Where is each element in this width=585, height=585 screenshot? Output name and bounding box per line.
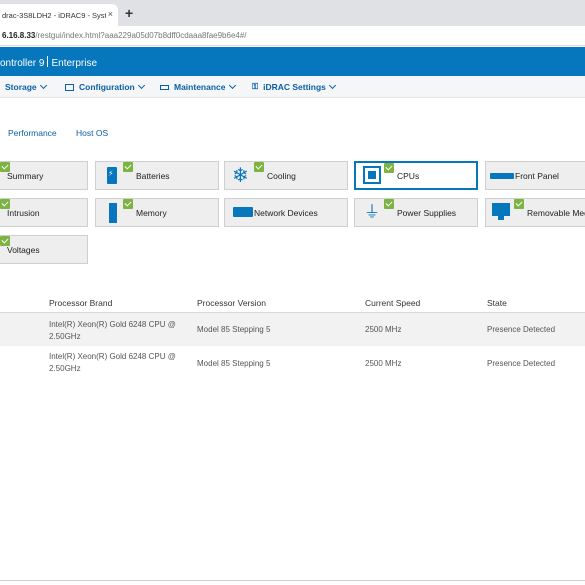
- tile-power-supplies-label: Power Supplies: [397, 208, 457, 218]
- tile-batteries-label: Batteries: [136, 171, 170, 181]
- cell-state: Presence Detected: [487, 359, 556, 368]
- tile-memory[interactable]: Memory: [95, 198, 219, 227]
- column-header-state[interactable]: State: [487, 298, 507, 308]
- column-header-speed[interactable]: Current Speed: [365, 298, 420, 308]
- chevron-down-icon: [228, 81, 236, 90]
- front-panel-icon: [490, 173, 514, 179]
- monitor-icon: [492, 203, 510, 220]
- title-divider: [47, 56, 49, 67]
- tile-memory-label: Memory: [136, 208, 167, 218]
- footer-divider: [0, 580, 585, 581]
- app-edition: Enterprise: [51, 58, 98, 69]
- cell-brand: Intel(R) Xeon(R) Gold 6248 CPU @ 2.50GHz: [49, 320, 176, 341]
- tile-voltages-label: Voltages: [7, 245, 40, 255]
- tile-power-supplies[interactable]: ⏚ Power Supplies: [354, 198, 478, 227]
- table-row[interactable]: Intel(R) Xeon(R) Gold 6248 CPU @ 2.50GHz…: [0, 347, 585, 380]
- nav-configuration-label: Configuration: [79, 82, 135, 92]
- tile-summary-label: Summary: [7, 171, 44, 181]
- nav-maintenance-label: Maintenance: [174, 82, 226, 92]
- snowflake-icon: ❄: [232, 163, 249, 187]
- cpu-icon: [363, 166, 381, 184]
- nav-configuration[interactable]: Configuration: [65, 81, 145, 92]
- tile-front-panel-label: Front Panel: [515, 171, 559, 181]
- tile-cooling-label: Cooling: [267, 171, 296, 181]
- app-title: ontroller 9: [0, 58, 45, 69]
- browser-tab-bar: drac-3S8LDH2 - iDRAC9 - Syste × +: [0, 0, 585, 26]
- status-ok-icon: [384, 199, 394, 209]
- tile-intrusion[interactable]: Intrusion: [0, 198, 88, 227]
- nav-idrac-settings-label: iDRAC Settings: [263, 82, 326, 92]
- column-header-version[interactable]: Processor Version: [197, 298, 266, 308]
- cell-brand: Intel(R) Xeon(R) Gold 6248 CPU @ 2.50GHz: [49, 352, 176, 373]
- table-row[interactable]: Intel(R) Xeon(R) Gold 6248 CPU @ 2.50GHz…: [0, 313, 585, 346]
- tile-intrusion-label: Intrusion: [7, 208, 40, 218]
- status-ok-icon: [514, 199, 524, 209]
- column-header-brand[interactable]: Processor Brand: [49, 298, 112, 308]
- tab-close-icon[interactable]: ×: [108, 9, 113, 19]
- chevron-down-icon: [137, 81, 145, 90]
- key-icon: ⚿: [252, 82, 259, 91]
- chevron-down-icon: [328, 81, 336, 90]
- nav-storage[interactable]: Storage: [5, 81, 47, 92]
- new-tab-icon[interactable]: +: [125, 5, 133, 21]
- tile-cooling[interactable]: ❄ Cooling: [224, 161, 348, 190]
- browser-tab-title: drac-3S8LDH2 - iDRAC9 - Syste: [2, 10, 106, 20]
- cell-version: Model 85 Stepping 5: [197, 325, 271, 334]
- tile-network-devices-label: Network Devices: [254, 208, 318, 218]
- cell-version: Model 85 Stepping 5: [197, 359, 271, 368]
- address-host: 6.16.8.33: [2, 31, 36, 40]
- tile-removable-media-label: Removable Med: [527, 208, 585, 218]
- app-header: ontroller 9 Enterprise: [0, 47, 585, 76]
- cell-speed: 2500 MHz: [365, 359, 402, 368]
- nav-maintenance[interactable]: Maintenance: [160, 81, 236, 92]
- tile-network-devices[interactable]: Network Devices: [224, 198, 348, 227]
- status-ok-icon: [254, 162, 264, 172]
- idrac-window: drac-3S8LDH2 - iDRAC9 - Syste × + 6.16.8…: [0, 0, 585, 585]
- memory-icon: [109, 203, 117, 223]
- tile-cpus[interactable]: CPUs: [354, 161, 478, 190]
- network-icon: [233, 207, 253, 217]
- tab-performance[interactable]: Performance: [8, 128, 57, 138]
- chevron-down-icon: [39, 81, 47, 90]
- configuration-icon: [65, 83, 74, 91]
- tile-front-panel[interactable]: Front Panel: [485, 161, 585, 190]
- nav-storage-label: Storage: [5, 82, 37, 92]
- tile-removable-media[interactable]: Removable Med: [485, 198, 585, 227]
- status-ok-icon: [123, 162, 133, 172]
- address-path: /restgui/index.html?aaa229a05d07b8dff0cd…: [35, 31, 247, 40]
- status-ok-icon: [384, 163, 394, 173]
- tab-host-os[interactable]: Host OS: [76, 128, 108, 138]
- cell-state: Presence Detected: [487, 325, 556, 334]
- maintenance-icon: [160, 84, 169, 90]
- tile-cpus-label: CPUs: [397, 171, 420, 181]
- status-ok-icon: [123, 199, 133, 209]
- nav-idrac-settings[interactable]: ⚿ iDRAC Settings: [252, 81, 336, 92]
- tile-batteries[interactable]: Batteries: [95, 161, 219, 190]
- plug-icon: ⏚: [364, 202, 381, 221]
- tile-summary[interactable]: Summary: [0, 161, 88, 190]
- tile-voltages[interactable]: Voltages: [0, 235, 88, 264]
- battery-icon: [107, 167, 117, 184]
- browser-tab[interactable]: drac-3S8LDH2 - iDRAC9 - Syste ×: [0, 4, 118, 26]
- main-nav: Storage Configuration Maintenance ⚿ iDRAC…: [0, 76, 585, 98]
- cell-speed: 2500 MHz: [365, 325, 402, 334]
- address-bar[interactable]: 6.16.8.33/restgui/index.html?aaa229a05d0…: [0, 26, 585, 46]
